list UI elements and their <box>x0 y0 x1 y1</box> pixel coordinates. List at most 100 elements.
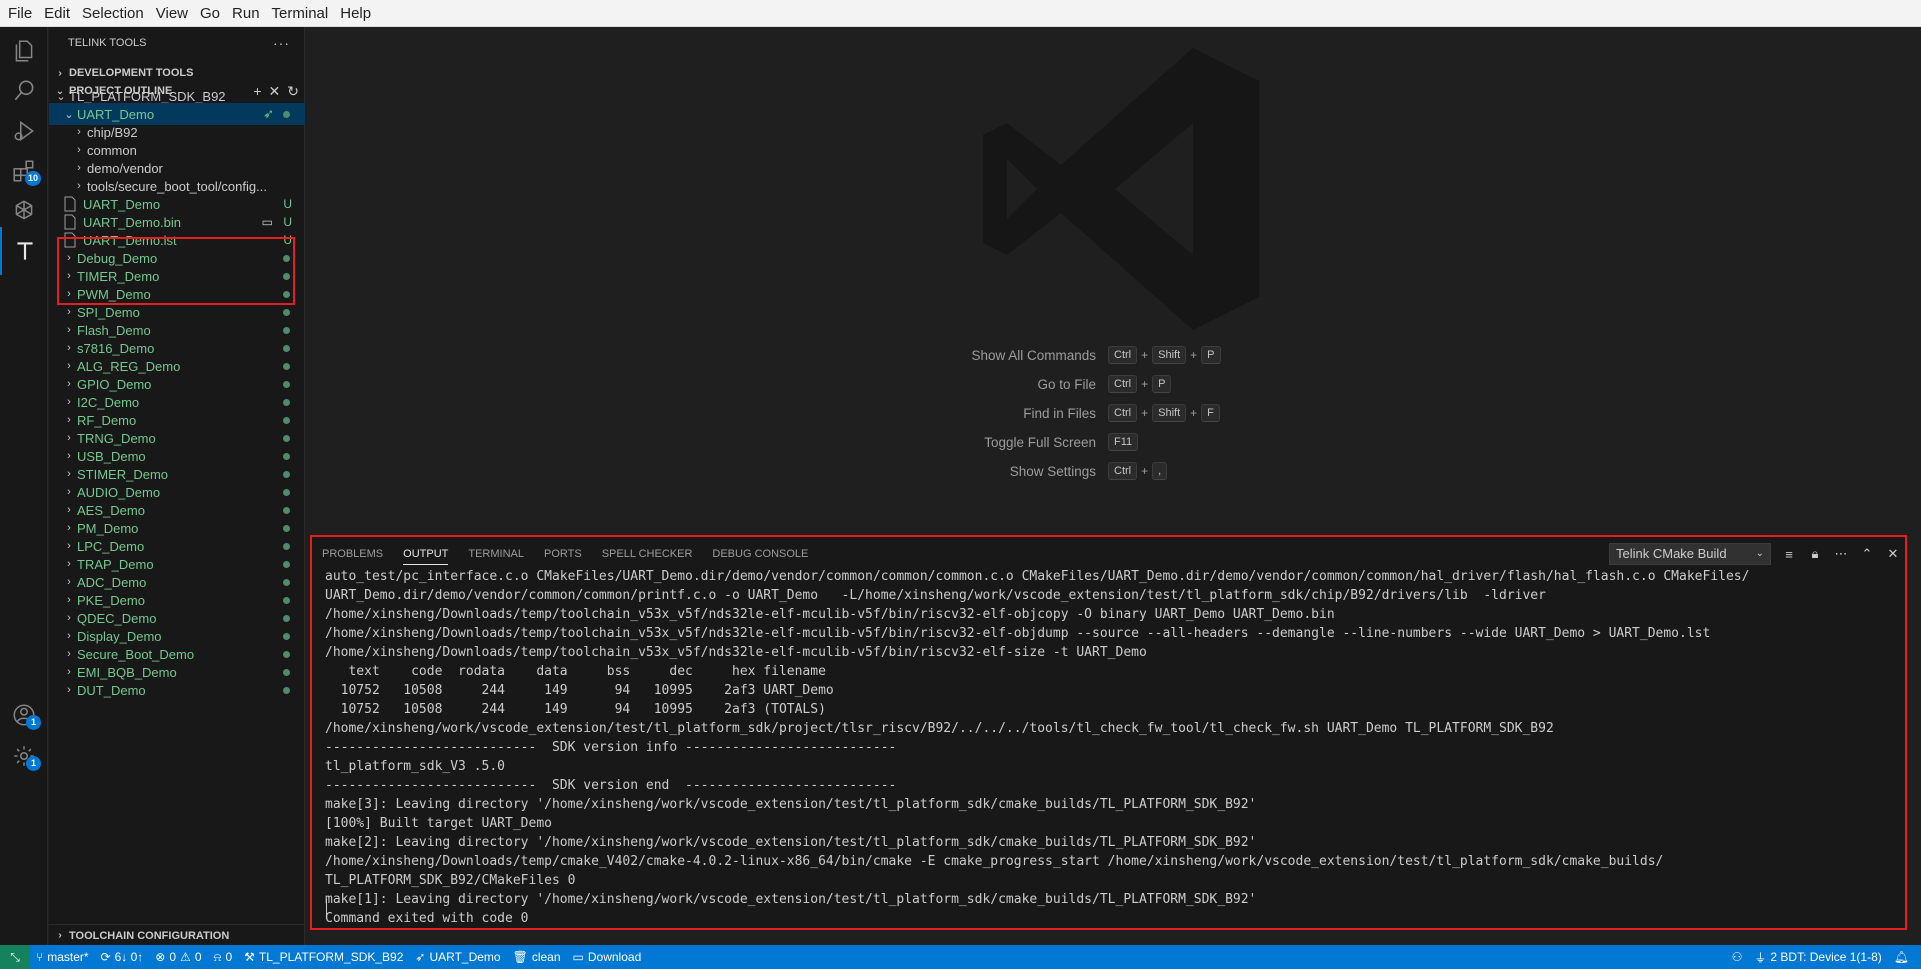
output-line: /home/xinsheng/Downloads/temp/toolchain_… <box>325 607 1335 622</box>
close-panel-icon[interactable]: ✕ <box>1885 546 1901 562</box>
chevron-right-icon: › <box>67 414 71 426</box>
key-cap: Ctrl <box>1108 346 1138 364</box>
bdt-label: 2 BDT: Device 1(1-8) <box>1770 950 1882 964</box>
chevron-right-icon: › <box>77 162 81 174</box>
chevron-right-icon: › <box>67 360 71 372</box>
git-untracked-badge: U <box>283 215 292 229</box>
status-branch[interactable]: ⑂ master* <box>30 950 95 964</box>
tab-problems[interactable]: PROBLEMS <box>322 537 383 571</box>
panel-toolbar: Telink CMake Build ⌄ ≡ 🔒︎ ⋯ ⌃ ✕ <box>1609 543 1901 565</box>
section-toolchain-configuration[interactable]: › TOOLCHAIN CONFIGURATION <box>49 924 305 946</box>
chevron-right-icon: › <box>67 648 71 660</box>
tree-item-label: USB_Demo <box>77 448 146 464</box>
menu-edit[interactable]: Edit <box>38 0 76 27</box>
status-sdk[interactable]: ⚒ TL_PLATFORM_SDK_B92 <box>238 950 409 964</box>
output-channel-select[interactable]: Telink CMake Build ⌄ <box>1609 543 1771 565</box>
status-dot-icon <box>283 614 290 622</box>
menu-file[interactable]: File <box>2 0 38 27</box>
chevron-right-icon: › <box>67 540 71 552</box>
status-dot-icon <box>283 524 290 532</box>
ports-count: 0 <box>225 950 233 964</box>
tree-item-label: PKE_Demo <box>77 592 145 608</box>
tab-debug-console[interactable]: DEBUG CONSOLE <box>712 537 808 571</box>
status-problems[interactable]: ⊗ 0 ⚠ 0 <box>149 950 207 964</box>
menu-terminal[interactable]: Terminal <box>266 0 335 27</box>
tree-item-label: LPC_Demo <box>77 538 145 554</box>
tree-item-label: demo/vendor <box>87 160 163 176</box>
status-dot-icon <box>283 668 290 676</box>
key-separator: + <box>1141 464 1149 478</box>
monitor-icon[interactable]: ▭ <box>262 215 273 229</box>
status-dot-icon <box>283 452 290 460</box>
chevron-right-icon: › <box>67 306 71 318</box>
sidebar: TELINK TOOLS ··· › DEVELOPMENT TOOLS ⌄ P… <box>49 27 305 945</box>
key-cap: Shift <box>1152 404 1187 422</box>
menu-help[interactable]: Help <box>334 0 377 27</box>
tab-ports[interactable]: PORTS <box>544 537 582 571</box>
status-download[interactable]: ▭ Download <box>567 950 648 964</box>
shortcut-label[interactable]: Go to File <box>896 377 1096 392</box>
status-sync[interactable]: ⟳ 6↓ 0↑ <box>95 950 150 964</box>
more-icon[interactable]: ⋯ <box>1833 546 1849 562</box>
key-cap: P <box>1152 375 1172 393</box>
shortcut-row: Toggle Full Screen F11 <box>896 432 1139 452</box>
shortcut-label[interactable]: Find in Files <box>896 406 1096 421</box>
tree-item-label: UART_Demo <box>77 106 155 122</box>
tree-item-label: SPI_Demo <box>77 304 140 320</box>
chevron-right-icon: › <box>58 67 62 79</box>
rocket-icon[interactable]: ➶ <box>263 106 274 122</box>
tree-project[interactable]: › DUT_Demo <box>49 679 305 701</box>
tab-terminal[interactable]: TERMINAL <box>468 537 524 571</box>
remote-indicator-icon[interactable]: ⤡ <box>0 945 30 969</box>
shortcut-label[interactable]: Toggle Full Screen <box>896 435 1096 450</box>
status-bar: ⤡ ⑂ master* ⟳ 6↓ 0↑ ⊗ 0 ⚠ 0 ⍾ 0 ⚒ TL_PLATFORM_S… <box>0 945 1921 969</box>
status-dot-icon <box>283 650 290 658</box>
shortcut-row: Find in Files Ctrl + Shift + F <box>896 403 1220 423</box>
tree-item-label: STIMER_Demo <box>77 466 169 482</box>
output-log[interactable]: auto_test/pc_interface.c.o CMakeFiles/UA… <box>325 567 1900 925</box>
shortcut-row: Go to File Ctrl + P <box>896 374 1172 394</box>
status-ports[interactable]: ⍾ 0 <box>208 950 239 965</box>
output-line: /home/xinsheng/Downloads/temp/toolchain_… <box>325 626 1711 641</box>
manage-gear-icon[interactable]: 1 <box>0 732 48 780</box>
output-line: text code rodata data bss dec hex filena… <box>325 664 826 679</box>
menu-selection[interactable]: Selection <box>76 0 150 27</box>
status-dot-icon <box>283 560 290 568</box>
file-icon <box>63 196 77 212</box>
status-dot-icon <box>283 398 290 406</box>
more-actions-icon[interactable]: ··· <box>273 35 290 51</box>
status-project[interactable]: ➶ UART_Demo <box>409 950 506 964</box>
sync-label: 6↓ 0↑ <box>114 950 144 964</box>
status-bdt[interactable]: ⏚ 2 BDT: Device 1(1-8) <box>1748 949 1887 966</box>
status-notifications[interactable]: 🔔︎ <box>1888 950 1915 964</box>
file-icon <box>63 214 77 230</box>
telink-tools-icon[interactable] <box>0 227 48 275</box>
status-copilot[interactable]: ⚇ <box>1726 950 1749 964</box>
lock-scroll-icon[interactable]: 🔒︎ <box>1807 546 1823 562</box>
tree-item-label: ALG_REG_Demo <box>77 358 181 374</box>
tree-item-label: AUDIO_Demo <box>77 484 161 500</box>
chevron-right-icon: › <box>67 684 71 696</box>
warning-count: 0 <box>194 950 202 964</box>
download-label: Download <box>587 950 642 964</box>
tree-item-label: s7816_Demo <box>77 340 155 356</box>
tree-item-label: Flash_Demo <box>77 322 151 338</box>
status-dot-icon <box>283 470 290 478</box>
tab-output[interactable]: OUTPUT <box>403 537 449 571</box>
menu-go[interactable]: Go <box>194 0 226 27</box>
key-cap: Ctrl <box>1108 375 1138 393</box>
status-clean[interactable]: 🗑︎ clean <box>507 950 567 964</box>
menu-run[interactable]: Run <box>226 0 266 27</box>
chevron-right-icon: › <box>67 378 71 390</box>
clear-output-icon[interactable]: ≡ <box>1781 547 1797 562</box>
menu-view[interactable]: View <box>150 0 194 27</box>
maximize-panel-icon[interactable]: ⌃ <box>1859 546 1875 562</box>
chevron-right-icon: › <box>77 144 81 156</box>
shortcut-label[interactable]: Show All Commands <box>896 348 1096 363</box>
chevron-down-icon: ⌄ <box>1755 548 1764 559</box>
tab-spell-checker[interactable]: SPELL CHECKER <box>602 537 693 571</box>
tree-item-label: AES_Demo <box>77 502 145 518</box>
status-dot-icon <box>283 542 290 550</box>
key-cap: P <box>1201 346 1221 364</box>
shortcut-label[interactable]: Show Settings <box>896 464 1096 479</box>
